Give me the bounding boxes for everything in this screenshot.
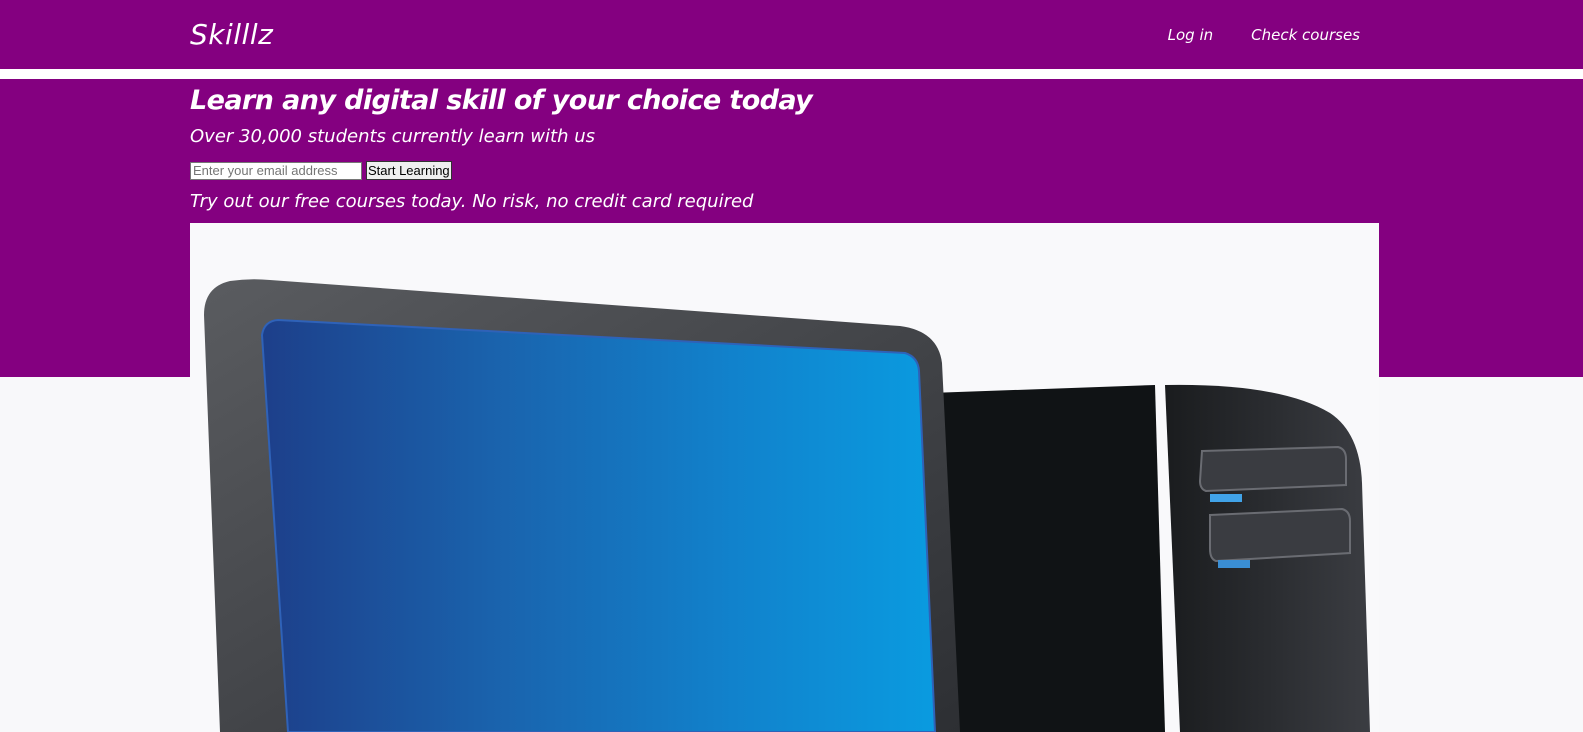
start-learning-button[interactable]: Start Learning: [366, 161, 452, 180]
brand-logo[interactable]: Skilllz: [190, 18, 273, 51]
nav-links: Log in Check courses: [1168, 26, 1360, 44]
hero-title: Learn any digital skill of your choice t…: [190, 85, 813, 116]
nav-divider: [0, 69, 1583, 79]
login-link[interactable]: Log in: [1168, 26, 1214, 44]
hero-subtitle: Over 30,000 students currently learn wit…: [190, 126, 595, 147]
email-field[interactable]: [190, 161, 362, 180]
signup-form: Start Learning: [190, 161, 452, 180]
hero-note: Try out our free courses today. No risk,…: [190, 191, 754, 212]
navbar: Skilllz Log in Check courses: [0, 0, 1583, 69]
desktop-computer-icon: [190, 223, 1379, 732]
check-courses-link[interactable]: Check courses: [1251, 26, 1360, 44]
